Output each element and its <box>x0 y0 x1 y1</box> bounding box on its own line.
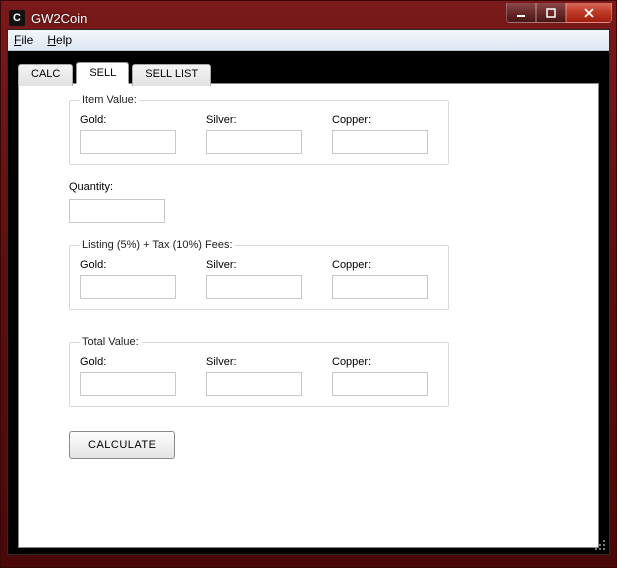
tab-sell-list[interactable]: SELL LIST <box>132 64 211 86</box>
client-area: File Help CALC SELL SELL LIST Item Value… <box>7 29 610 555</box>
total-silver-input[interactable] <box>206 372 302 396</box>
item-gold-input[interactable] <box>80 130 176 154</box>
close-button[interactable] <box>566 3 612 23</box>
titlebar: C GW2Coin <box>7 7 610 29</box>
item-copper-label: Copper: <box>332 114 430 126</box>
fees-silver-label: Silver: <box>206 259 304 271</box>
group-total: Total Value: Gold: Silver: Copper: <box>69 336 449 407</box>
item-gold-label: Gold: <box>80 114 178 126</box>
total-silver-label: Silver: <box>206 356 304 368</box>
fees-gold-label: Gold: <box>80 259 178 271</box>
item-silver-input[interactable] <box>206 130 302 154</box>
group-item-value-title: Item Value: <box>80 94 139 106</box>
calculate-button[interactable]: CALCULATE <box>69 431 175 459</box>
maximize-button[interactable] <box>536 3 566 23</box>
app-icon: C <box>9 10 25 26</box>
tab-sell[interactable]: SELL <box>76 62 129 84</box>
tab-calc[interactable]: CALC <box>18 64 73 86</box>
item-silver-label: Silver: <box>206 114 304 126</box>
menu-file[interactable]: File <box>14 33 33 47</box>
menubar: File Help <box>8 30 609 51</box>
content-region: CALC SELL SELL LIST Item Value: Gold: Si… <box>8 51 609 554</box>
group-total-title: Total Value: <box>80 336 141 348</box>
total-gold-input[interactable] <box>80 372 176 396</box>
fees-gold-input[interactable] <box>80 275 176 299</box>
menu-help[interactable]: Help <box>47 33 72 47</box>
quantity-input[interactable] <box>69 199 165 223</box>
tabstrip: CALC SELL SELL LIST <box>18 62 599 84</box>
window-title: GW2Coin <box>31 11 87 26</box>
fees-silver-input[interactable] <box>206 275 302 299</box>
quantity-label: Quantity: <box>69 181 449 193</box>
quantity-block: Quantity: <box>69 181 449 223</box>
fees-copper-label: Copper: <box>332 259 430 271</box>
group-item-value: Item Value: Gold: Silver: Copper: <box>69 94 449 165</box>
item-copper-input[interactable] <box>332 130 428 154</box>
total-gold-label: Gold: <box>80 356 178 368</box>
minimize-button[interactable] <box>506 3 536 23</box>
fees-copper-input[interactable] <box>332 275 428 299</box>
total-copper-input[interactable] <box>332 372 428 396</box>
window-frame: C GW2Coin File Help CALC SELL SELL LIST <box>0 0 617 568</box>
group-fees: Listing (5%) + Tax (10%) Fees: Gold: Sil… <box>69 239 449 310</box>
group-fees-title: Listing (5%) + Tax (10%) Fees: <box>80 239 235 251</box>
tab-page-sell: Item Value: Gold: Silver: Copper: <box>18 83 599 548</box>
window-controls <box>506 3 612 23</box>
total-copper-label: Copper: <box>332 356 430 368</box>
